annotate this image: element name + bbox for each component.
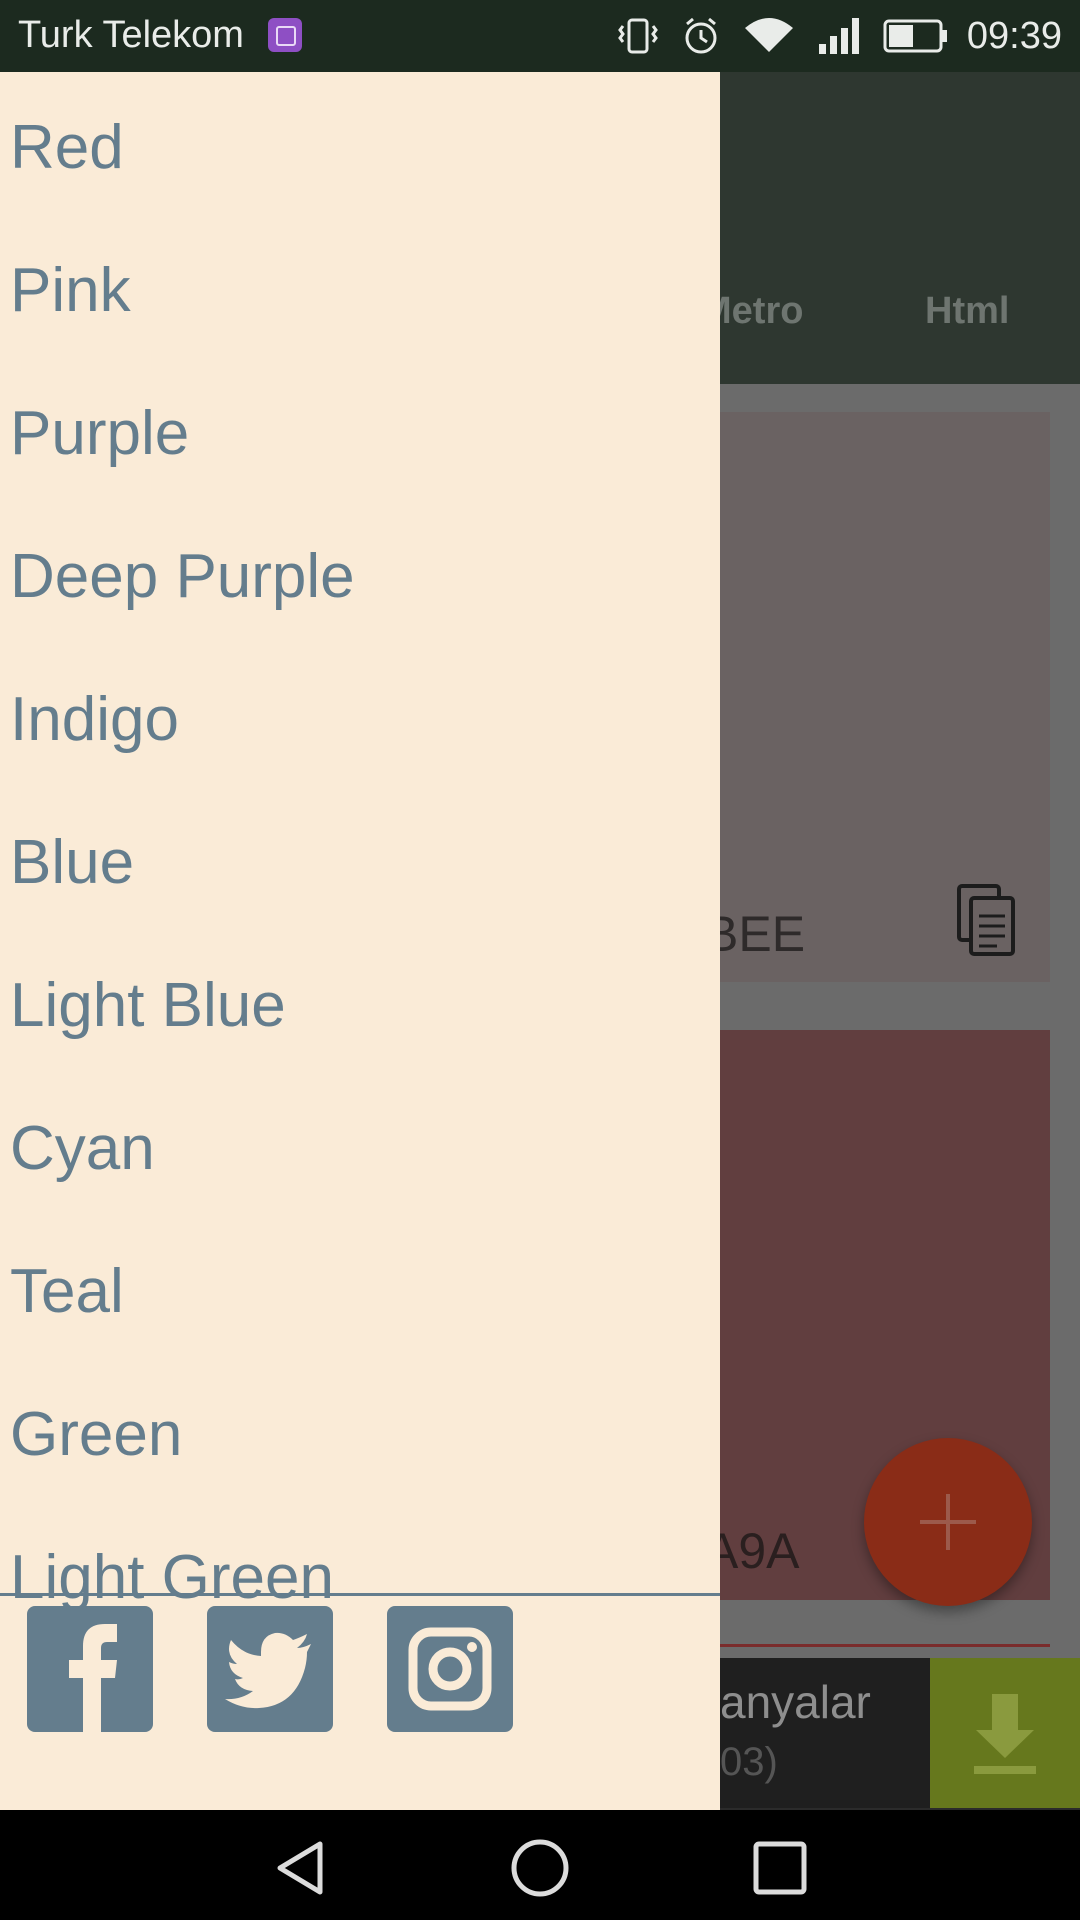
gallery-notification-icon [268, 18, 302, 52]
drawer-item-deep-purple[interactable]: Deep Purple [10, 505, 710, 648]
drawer-item-teal[interactable]: Teal [10, 1220, 710, 1363]
app-toolbar [720, 72, 1080, 384]
add-button[interactable] [864, 1438, 1032, 1606]
back-icon[interactable] [270, 1838, 330, 1898]
twitter-icon [225, 1632, 311, 1709]
status-icons: 09:39 [595, 12, 1062, 60]
vibrate-icon [618, 18, 658, 54]
ad-text: anyalar [720, 1676, 871, 1728]
drawer-item-purple[interactable]: Purple [10, 362, 710, 505]
drawer-item-pink[interactable]: Pink [10, 219, 710, 362]
instagram-icon [408, 1627, 492, 1711]
status-bar: Turk Telekom 09:39 [0, 0, 1080, 72]
tab-html[interactable]: Html [925, 290, 1009, 333]
drawer-item-light-blue[interactable]: Light Blue [10, 934, 710, 1077]
copy-icon[interactable] [955, 882, 1019, 958]
ad-download-button[interactable] [930, 1658, 1080, 1808]
drawer-item-red[interactable]: Red [10, 76, 710, 219]
navigation-drawer: Red Pink Purple Deep Purple Indigo Blue … [0, 72, 720, 1810]
carrier-name: Turk Telekom [18, 14, 244, 56]
battery-icon [883, 19, 947, 53]
drawer-item-cyan[interactable]: Cyan [10, 1077, 710, 1220]
drawer-item-blue[interactable]: Blue [10, 791, 710, 934]
clock: 09:39 [966, 14, 1062, 57]
wifi-icon [744, 18, 793, 52]
instagram-button[interactable] [387, 1606, 513, 1732]
twitter-button[interactable] [207, 1606, 333, 1732]
navigation-bar [0, 1810, 1080, 1920]
alarm-icon [685, 17, 717, 54]
divider [720, 1644, 1050, 1647]
drawer-item-green[interactable]: Green [10, 1363, 710, 1506]
drawer-item-indigo[interactable]: Indigo [10, 648, 710, 791]
recent-apps-icon[interactable] [750, 1838, 810, 1898]
ad-subtext: 03) [720, 1740, 778, 1784]
color-hex-label: BEE [705, 906, 806, 962]
facebook-button[interactable] [27, 1606, 153, 1732]
home-icon[interactable] [510, 1838, 570, 1898]
facebook-icon [69, 1624, 117, 1732]
signal-icon [818, 18, 859, 54]
drawer-divider [0, 1593, 720, 1596]
plus-icon [920, 1494, 976, 1550]
download-icon [974, 1694, 1036, 1774]
